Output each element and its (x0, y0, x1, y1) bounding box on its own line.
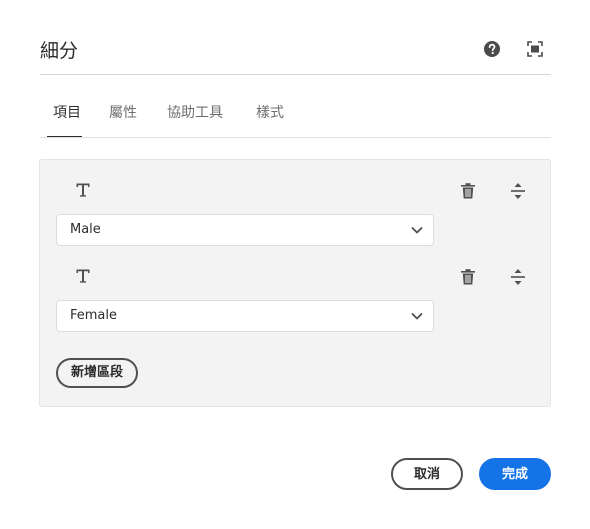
help-icon[interactable] (483, 40, 501, 58)
done-button[interactable]: 完成 (479, 458, 551, 490)
trash-icon[interactable] (459, 268, 477, 286)
trash-icon[interactable] (459, 182, 477, 200)
chevron-down-icon (411, 313, 423, 320)
select-value: Female (70, 308, 118, 323)
select-value: Male (70, 222, 101, 237)
add-segment-button[interactable]: 新增區段 (56, 358, 139, 388)
drag-handle-icon[interactable] (509, 268, 527, 286)
tabs-divider (40, 137, 551, 138)
segment-row: Female (40, 262, 550, 342)
tab-items[interactable]: 項目 (53, 96, 81, 136)
text-type-icon (76, 183, 90, 197)
chevron-down-icon (411, 227, 423, 234)
segment-select[interactable]: Female (56, 300, 434, 332)
dialog-title: 細分 (40, 40, 79, 62)
tab-styles[interactable]: 樣式 (256, 96, 284, 136)
header-divider (40, 74, 551, 75)
segments-dialog: 細分 項目 屬性 協助工具 樣式 Male Female 新增區段 取消 完成 (0, 0, 590, 529)
tab-properties[interactable]: 屬性 (109, 96, 137, 136)
segments-panel: Male Female 新增區段 (39, 159, 551, 407)
drag-handle-icon[interactable] (509, 182, 527, 200)
tab-accessibility[interactable]: 協助工具 (167, 96, 223, 136)
segment-row: Male (40, 176, 550, 256)
fullscreen-icon[interactable] (526, 40, 544, 58)
text-type-icon (76, 269, 90, 283)
tab-list: 項目 屬性 協助工具 樣式 (40, 96, 551, 138)
cancel-button[interactable]: 取消 (391, 458, 463, 490)
segment-select[interactable]: Male (56, 214, 434, 246)
